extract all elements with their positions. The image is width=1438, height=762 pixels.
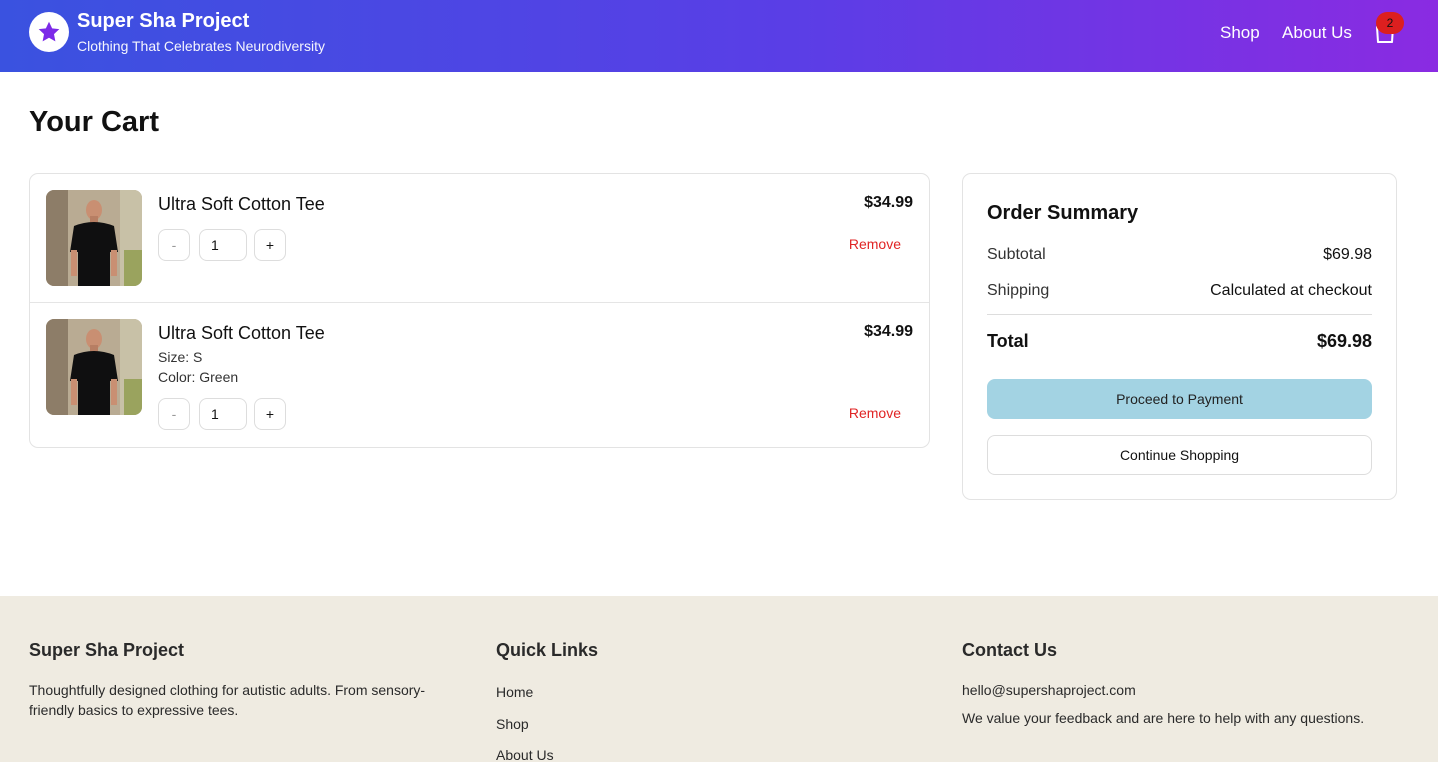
cart-item-price: $34.99 [864,194,913,211]
nav-shop-link[interactable]: Shop [1220,23,1260,43]
footer-brand-heading: Super Sha Project [29,640,185,660]
cart-item-size: Size: S [158,349,203,365]
star-icon [38,21,60,42]
order-summary-title: Order Summary [987,202,1139,224]
contact-note: We value your feedback and are here to h… [962,710,1365,726]
footer-brand-text: Thoughtfully designed clothing for autis… [29,682,426,718]
site-footer: Super Sha Project Thoughtfully designed … [0,596,1438,762]
product-image[interactable] [46,319,142,415]
quantity-increase-button[interactable]: + [254,229,286,261]
cart-item-price: $34.99 [864,323,913,340]
footer-link-home[interactable]: Home [496,684,533,700]
shipping-label: Shipping [987,282,1050,299]
quantity-decrease-button[interactable]: - [158,229,190,261]
contact-email[interactable]: hello@supershaproject.com [962,680,1136,700]
subtotal-label: Subtotal [987,246,1046,263]
footer-contact-heading: Contact Us [962,640,1058,660]
quantity-input[interactable] [199,229,247,261]
cart-count-badge: 2 [1376,12,1404,34]
footer-link-about[interactable]: About Us [496,747,554,762]
continue-shopping-button[interactable]: Continue Shopping [987,435,1372,475]
product-image[interactable] [46,190,142,286]
brand-title[interactable]: Super Sha Project [77,10,249,33]
brand-tagline: Clothing That Celebrates Neurodiversity [77,38,325,54]
quantity-decrease-button[interactable]: - [158,398,190,430]
remove-item-button[interactable]: Remove [849,236,901,252]
divider [987,314,1372,315]
cart-item-name[interactable]: Ultra Soft Cotton Tee [158,194,325,215]
total-label: Total [987,331,1029,351]
site-header: Super Sha Project Clothing That Celebrat… [0,0,1438,72]
cart-item-name[interactable]: Ultra Soft Cotton Tee [158,323,325,344]
subtotal-value: $69.98 [1323,246,1372,263]
footer-link-shop[interactable]: Shop [496,716,529,732]
page-title: Your Cart [29,106,159,138]
cart-item-color: Color: Green [158,369,239,385]
footer-links-heading: Quick Links [496,640,599,660]
quantity-increase-button[interactable]: + [254,398,286,430]
total-value: $69.98 [1316,331,1372,351]
quantity-input[interactable] [199,398,247,430]
order-summary: Order Summary Subtotal $69.98 Shipping C… [962,173,1397,500]
nav-about-link[interactable]: About Us [1282,23,1352,43]
logo[interactable] [29,12,69,52]
remove-item-button[interactable]: Remove [849,405,901,421]
divider [30,302,929,303]
cart-items-list: Ultra Soft Cotton Tee $34.99 - + Remove … [29,173,930,448]
proceed-to-payment-button[interactable]: Proceed to Payment [987,379,1372,419]
shipping-value: Calculated at checkout [1210,282,1372,299]
